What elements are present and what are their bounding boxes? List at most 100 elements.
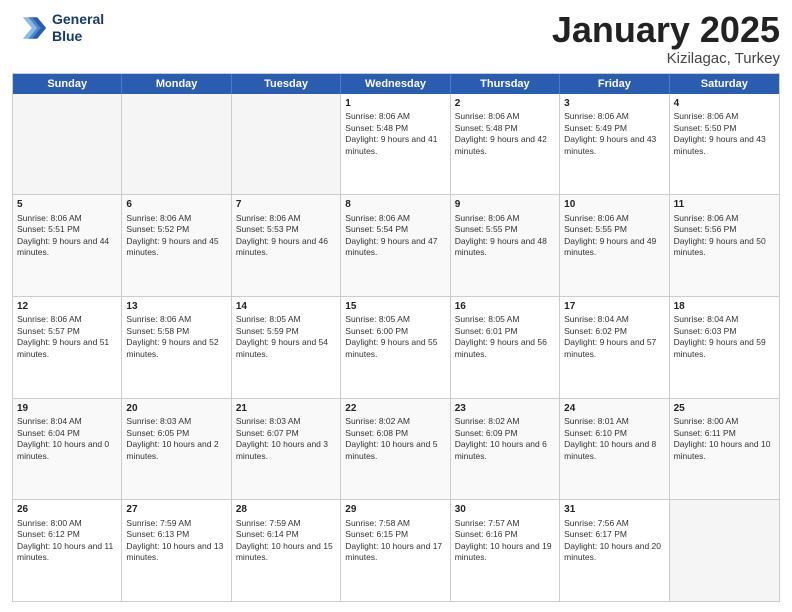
calendar-day-1: 1Sunrise: 8:06 AM Sunset: 5:48 PM Daylig… bbox=[341, 94, 450, 195]
day-content: Sunrise: 8:04 AM Sunset: 6:03 PM Dayligh… bbox=[674, 314, 775, 360]
day-content: Sunrise: 8:05 AM Sunset: 6:01 PM Dayligh… bbox=[455, 314, 555, 360]
header-day-tuesday: Tuesday bbox=[232, 74, 341, 94]
calendar-day-28: 28Sunrise: 7:59 AM Sunset: 6:14 PM Dayli… bbox=[232, 500, 341, 601]
day-number: 3 bbox=[564, 97, 664, 111]
day-number: 13 bbox=[126, 300, 226, 314]
day-number: 9 bbox=[455, 198, 555, 212]
calendar-row-1: 1Sunrise: 8:06 AM Sunset: 5:48 PM Daylig… bbox=[13, 94, 779, 196]
calendar-day-31: 31Sunrise: 7:56 AM Sunset: 6:17 PM Dayli… bbox=[560, 500, 669, 601]
day-content: Sunrise: 8:05 AM Sunset: 5:59 PM Dayligh… bbox=[236, 314, 336, 360]
header-day-thursday: Thursday bbox=[451, 74, 560, 94]
calendar-row-4: 19Sunrise: 8:04 AM Sunset: 6:04 PM Dayli… bbox=[13, 399, 779, 501]
day-number: 1 bbox=[345, 97, 445, 111]
page: General Blue January 2025 Kizilagac, Tur… bbox=[0, 0, 792, 612]
day-content: Sunrise: 8:00 AM Sunset: 6:11 PM Dayligh… bbox=[674, 416, 775, 462]
day-number: 21 bbox=[236, 402, 336, 416]
calendar-day-17: 17Sunrise: 8:04 AM Sunset: 6:02 PM Dayli… bbox=[560, 297, 669, 398]
day-number: 30 bbox=[455, 503, 555, 517]
calendar-day-10: 10Sunrise: 8:06 AM Sunset: 5:55 PM Dayli… bbox=[560, 195, 669, 296]
header-day-wednesday: Wednesday bbox=[341, 74, 450, 94]
calendar-day-4: 4Sunrise: 8:06 AM Sunset: 5:50 PM Daylig… bbox=[670, 94, 779, 195]
day-number: 12 bbox=[17, 300, 117, 314]
calendar-day-29: 29Sunrise: 7:58 AM Sunset: 6:15 PM Dayli… bbox=[341, 500, 450, 601]
day-number: 11 bbox=[674, 198, 775, 212]
logo-icon bbox=[12, 10, 48, 46]
day-content: Sunrise: 8:03 AM Sunset: 6:05 PM Dayligh… bbox=[126, 416, 226, 462]
day-content: Sunrise: 8:02 AM Sunset: 6:09 PM Dayligh… bbox=[455, 416, 555, 462]
calendar-day-22: 22Sunrise: 8:02 AM Sunset: 6:08 PM Dayli… bbox=[341, 399, 450, 500]
day-number: 15 bbox=[345, 300, 445, 314]
calendar-day-24: 24Sunrise: 8:01 AM Sunset: 6:10 PM Dayli… bbox=[560, 399, 669, 500]
logo: General Blue bbox=[12, 10, 104, 46]
calendar-day-26: 26Sunrise: 8:00 AM Sunset: 6:12 PM Dayli… bbox=[13, 500, 122, 601]
calendar-day-11: 11Sunrise: 8:06 AM Sunset: 5:56 PM Dayli… bbox=[670, 195, 779, 296]
day-content: Sunrise: 8:06 AM Sunset: 5:49 PM Dayligh… bbox=[564, 111, 664, 157]
day-content: Sunrise: 8:06 AM Sunset: 5:51 PM Dayligh… bbox=[17, 213, 117, 259]
day-content: Sunrise: 8:02 AM Sunset: 6:08 PM Dayligh… bbox=[345, 416, 445, 462]
calendar: SundayMondayTuesdayWednesdayThursdayFrid… bbox=[12, 73, 780, 602]
day-content: Sunrise: 7:56 AM Sunset: 6:17 PM Dayligh… bbox=[564, 518, 664, 564]
day-number: 16 bbox=[455, 300, 555, 314]
day-content: Sunrise: 8:06 AM Sunset: 5:54 PM Dayligh… bbox=[345, 213, 445, 259]
day-content: Sunrise: 8:06 AM Sunset: 5:48 PM Dayligh… bbox=[345, 111, 445, 157]
day-number: 6 bbox=[126, 198, 226, 212]
calendar-day-27: 27Sunrise: 7:59 AM Sunset: 6:13 PM Dayli… bbox=[122, 500, 231, 601]
calendar-empty-cell bbox=[232, 94, 341, 195]
day-number: 28 bbox=[236, 503, 336, 517]
calendar-row-3: 12Sunrise: 8:06 AM Sunset: 5:57 PM Dayli… bbox=[13, 297, 779, 399]
day-content: Sunrise: 8:06 AM Sunset: 5:55 PM Dayligh… bbox=[564, 213, 664, 259]
calendar-day-9: 9Sunrise: 8:06 AM Sunset: 5:55 PM Daylig… bbox=[451, 195, 560, 296]
header-day-monday: Monday bbox=[122, 74, 231, 94]
day-number: 31 bbox=[564, 503, 664, 517]
calendar-day-19: 19Sunrise: 8:04 AM Sunset: 6:04 PM Dayli… bbox=[13, 399, 122, 500]
day-content: Sunrise: 7:59 AM Sunset: 6:13 PM Dayligh… bbox=[126, 518, 226, 564]
calendar-day-25: 25Sunrise: 8:00 AM Sunset: 6:11 PM Dayli… bbox=[670, 399, 779, 500]
calendar-day-13: 13Sunrise: 8:06 AM Sunset: 5:58 PM Dayli… bbox=[122, 297, 231, 398]
calendar-empty-cell bbox=[13, 94, 122, 195]
calendar-day-16: 16Sunrise: 8:05 AM Sunset: 6:01 PM Dayli… bbox=[451, 297, 560, 398]
day-content: Sunrise: 8:06 AM Sunset: 5:56 PM Dayligh… bbox=[674, 213, 775, 259]
calendar-header: SundayMondayTuesdayWednesdayThursdayFrid… bbox=[13, 74, 779, 94]
day-number: 29 bbox=[345, 503, 445, 517]
day-number: 26 bbox=[17, 503, 117, 517]
day-number: 25 bbox=[674, 402, 775, 416]
calendar-day-30: 30Sunrise: 7:57 AM Sunset: 6:16 PM Dayli… bbox=[451, 500, 560, 601]
calendar-day-14: 14Sunrise: 8:05 AM Sunset: 5:59 PM Dayli… bbox=[232, 297, 341, 398]
logo-text: General Blue bbox=[52, 11, 104, 45]
day-content: Sunrise: 8:00 AM Sunset: 6:12 PM Dayligh… bbox=[17, 518, 117, 564]
header-day-sunday: Sunday bbox=[13, 74, 122, 94]
day-content: Sunrise: 8:06 AM Sunset: 5:50 PM Dayligh… bbox=[674, 111, 775, 157]
calendar-day-7: 7Sunrise: 8:06 AM Sunset: 5:53 PM Daylig… bbox=[232, 195, 341, 296]
day-number: 23 bbox=[455, 402, 555, 416]
calendar-day-6: 6Sunrise: 8:06 AM Sunset: 5:52 PM Daylig… bbox=[122, 195, 231, 296]
calendar-row-2: 5Sunrise: 8:06 AM Sunset: 5:51 PM Daylig… bbox=[13, 195, 779, 297]
day-number: 10 bbox=[564, 198, 664, 212]
day-content: Sunrise: 7:59 AM Sunset: 6:14 PM Dayligh… bbox=[236, 518, 336, 564]
subtitle: Kizilagac, Turkey bbox=[552, 50, 780, 67]
title-block: January 2025 Kizilagac, Turkey bbox=[552, 10, 780, 67]
day-content: Sunrise: 8:06 AM Sunset: 5:55 PM Dayligh… bbox=[455, 213, 555, 259]
day-number: 27 bbox=[126, 503, 226, 517]
calendar-day-20: 20Sunrise: 8:03 AM Sunset: 6:05 PM Dayli… bbox=[122, 399, 231, 500]
day-content: Sunrise: 8:05 AM Sunset: 6:00 PM Dayligh… bbox=[345, 314, 445, 360]
calendar-day-23: 23Sunrise: 8:02 AM Sunset: 6:09 PM Dayli… bbox=[451, 399, 560, 500]
day-content: Sunrise: 8:06 AM Sunset: 5:57 PM Dayligh… bbox=[17, 314, 117, 360]
day-content: Sunrise: 8:04 AM Sunset: 6:02 PM Dayligh… bbox=[564, 314, 664, 360]
calendar-body: 1Sunrise: 8:06 AM Sunset: 5:48 PM Daylig… bbox=[13, 94, 779, 601]
day-number: 7 bbox=[236, 198, 336, 212]
day-number: 19 bbox=[17, 402, 117, 416]
calendar-row-5: 26Sunrise: 8:00 AM Sunset: 6:12 PM Dayli… bbox=[13, 500, 779, 601]
day-content: Sunrise: 7:57 AM Sunset: 6:16 PM Dayligh… bbox=[455, 518, 555, 564]
calendar-day-12: 12Sunrise: 8:06 AM Sunset: 5:57 PM Dayli… bbox=[13, 297, 122, 398]
day-number: 18 bbox=[674, 300, 775, 314]
calendar-day-15: 15Sunrise: 8:05 AM Sunset: 6:00 PM Dayli… bbox=[341, 297, 450, 398]
calendar-day-18: 18Sunrise: 8:04 AM Sunset: 6:03 PM Dayli… bbox=[670, 297, 779, 398]
day-number: 24 bbox=[564, 402, 664, 416]
header-day-saturday: Saturday bbox=[670, 74, 779, 94]
day-content: Sunrise: 8:04 AM Sunset: 6:04 PM Dayligh… bbox=[17, 416, 117, 462]
month-title: January 2025 bbox=[552, 10, 780, 50]
logo-line1: General bbox=[52, 11, 104, 28]
day-content: Sunrise: 8:03 AM Sunset: 6:07 PM Dayligh… bbox=[236, 416, 336, 462]
day-number: 17 bbox=[564, 300, 664, 314]
calendar-day-5: 5Sunrise: 8:06 AM Sunset: 5:51 PM Daylig… bbox=[13, 195, 122, 296]
